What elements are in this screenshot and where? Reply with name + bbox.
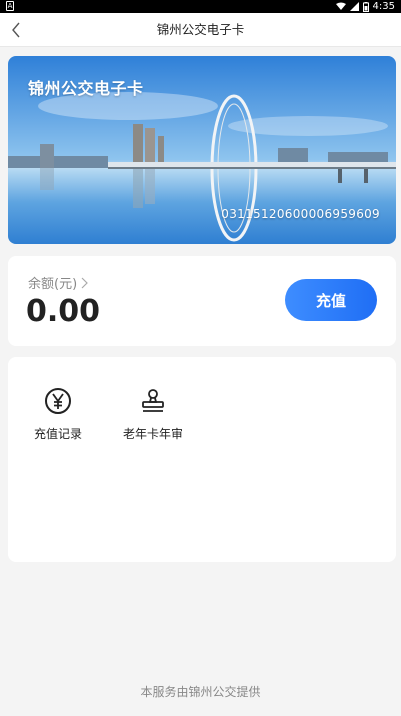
status-bar: A 4:35 <box>0 0 401 13</box>
service-senior-card-review[interactable]: 老年卡年审 <box>103 387 203 442</box>
page-title: 锦州公交电子卡 <box>156 22 245 37</box>
balance-panel: 余额(元) 0.00 充值 <box>8 256 396 346</box>
footer-note: 本服务由锦州公交提供 <box>140 685 261 699</box>
balance-label: 余额(元) <box>28 277 78 292</box>
status-icons: 4:35 <box>335 0 395 13</box>
nav-bar: 锦州公交电子卡 <box>0 13 401 47</box>
recharge-button[interactable]: 充值 <box>285 279 377 321</box>
service-label: 老年卡年审 <box>122 427 183 441</box>
card-number: 03115120600006959609 <box>221 207 380 221</box>
service-label: 充值记录 <box>33 427 82 441</box>
services-panel: 充值记录 老年卡年审 <box>8 357 396 562</box>
balance-link[interactable]: 余额(元) <box>28 273 89 292</box>
bus-card: 锦州公交电子卡 03115120600006959609 <box>8 56 396 244</box>
notification-icon: A <box>6 1 14 11</box>
service-recharge-records[interactable]: 充值记录 <box>8 387 108 442</box>
chevron-right-icon <box>81 277 89 288</box>
wifi-icon <box>335 2 346 10</box>
stamp-icon <box>142 389 164 412</box>
card-title: 锦州公交电子卡 <box>28 79 144 98</box>
battery-icon <box>362 1 369 12</box>
signal-icon <box>349 2 359 11</box>
status-time: 4:35 <box>372 1 395 12</box>
yen-circle-icon <box>45 388 71 414</box>
balance-amount: 0.00 <box>26 294 101 329</box>
